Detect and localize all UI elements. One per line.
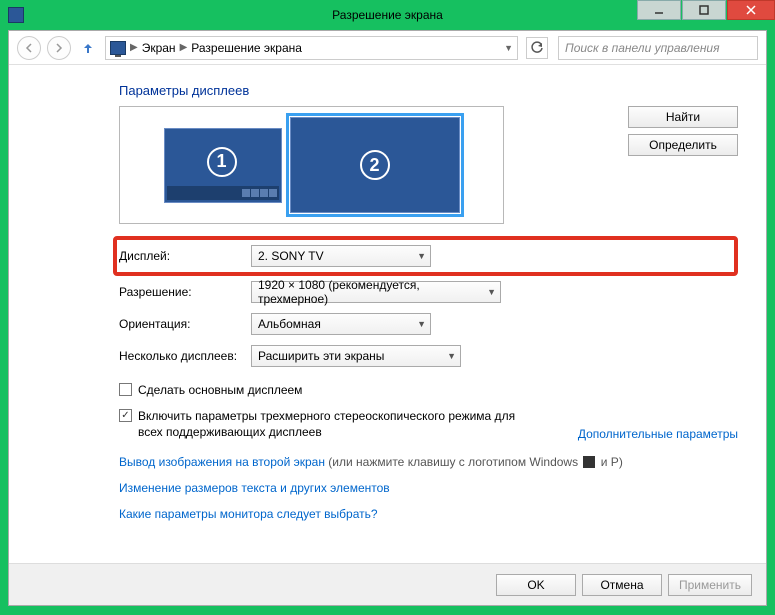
monitor-icon — [110, 41, 126, 55]
display-dropdown[interactable]: 2. SONY TV ▼ — [251, 245, 431, 267]
toolbar: ▶ Экран ▶ Разрешение экрана ▼ Поиск в па… — [9, 31, 766, 65]
back-icon — [23, 42, 35, 54]
make-primary-label: Сделать основным дисплеем — [138, 382, 302, 398]
section-title: Параметры дисплеев — [119, 83, 738, 98]
monitor-2[interactable]: 2 — [290, 117, 460, 213]
breadcrumb[interactable]: ▶ Экран ▶ Разрешение экрана ▼ — [105, 36, 518, 60]
refresh-icon — [530, 41, 544, 55]
monitor-2-label: 2 — [360, 150, 390, 180]
display-label: Дисплей: — [119, 249, 251, 263]
chevron-right-icon: ▶ — [180, 42, 188, 53]
project-link-text: Вывод изображения на второй экран — [119, 455, 325, 469]
resolution-dropdown[interactable]: 1920 × 1080 (рекомендуется, трехмерное) … — [251, 281, 501, 303]
content-area: Параметры дисплеев 1 2 Найти Определить — [9, 65, 766, 563]
find-button[interactable]: Найти — [628, 106, 738, 128]
titlebar[interactable]: Разрешение экрана — [0, 0, 775, 30]
orientation-dropdown[interactable]: Альбомная ▼ — [251, 313, 431, 335]
orientation-label: Ориентация: — [119, 317, 251, 331]
text-size-link[interactable]: Изменение размеров текста и других элеме… — [119, 481, 738, 495]
chevron-right-icon: ▶ — [130, 42, 138, 53]
multi-label: Несколько дисплеев: — [119, 349, 251, 363]
forward-button[interactable] — [47, 36, 71, 60]
footer: OK Отмена Применить — [9, 563, 766, 605]
resolution-label: Разрешение: — [119, 285, 251, 299]
maximize-button[interactable] — [682, 0, 726, 20]
stereo-label: Включить параметры трехмерного стереоско… — [138, 408, 518, 440]
cancel-button[interactable]: Отмена — [582, 574, 662, 596]
close-button[interactable] — [727, 0, 775, 20]
window-frame: Разрешение экрана — [0, 0, 775, 615]
up-button[interactable] — [77, 37, 99, 59]
search-input[interactable]: Поиск в панели управления — [558, 36, 758, 60]
apply-button[interactable]: Применить — [668, 574, 752, 596]
chevron-down-icon: ▼ — [417, 251, 426, 261]
multi-value: Расширить эти экраны — [258, 349, 384, 363]
make-primary-checkbox[interactable] — [119, 383, 132, 396]
up-arrow-icon — [81, 41, 95, 55]
back-button[interactable] — [17, 36, 41, 60]
project-link[interactable]: Вывод изображения на второй экран (или н… — [119, 455, 738, 469]
close-icon — [746, 5, 756, 15]
advanced-settings-link[interactable]: Дополнительные параметры — [578, 427, 738, 441]
app-icon — [8, 7, 24, 23]
forward-icon — [53, 42, 65, 54]
search-placeholder: Поиск в панели управления — [565, 41, 720, 55]
stereo-checkbox[interactable]: ✓ — [119, 409, 132, 422]
orientation-value: Альбомная — [258, 317, 321, 331]
display-row-highlight: Дисплей: 2. SONY TV ▼ — [113, 236, 738, 276]
project-link-tail: и P) — [597, 455, 622, 469]
monitor-1[interactable]: 1 — [164, 128, 282, 203]
project-link-suffix: (или нажмите клавишу с логотипом Windows — [325, 455, 581, 469]
minimize-icon — [654, 5, 664, 15]
breadcrumb-item-screen[interactable]: Экран — [142, 41, 176, 55]
maximize-icon — [699, 5, 709, 15]
breadcrumb-item-resolution[interactable]: Разрешение экрана — [191, 41, 302, 55]
multi-display-dropdown[interactable]: Расширить эти экраны ▼ — [251, 345, 461, 367]
display-preview[interactable]: 1 2 — [119, 106, 504, 224]
refresh-button[interactable] — [526, 37, 548, 59]
resolution-value: 1920 × 1080 (рекомендуется, трехмерное) — [258, 278, 487, 306]
chevron-down-icon: ▼ — [487, 287, 496, 297]
windows-logo-icon — [583, 456, 595, 468]
inner-window: ▶ Экран ▶ Разрешение экрана ▼ Поиск в па… — [8, 30, 767, 606]
ok-button[interactable]: OK — [496, 574, 576, 596]
chevron-down-icon: ▼ — [417, 319, 426, 329]
identify-button[interactable]: Определить — [628, 134, 738, 156]
taskbar-icon — [167, 186, 279, 200]
chevron-down-icon: ▼ — [447, 351, 456, 361]
chevron-down-icon[interactable]: ▼ — [504, 43, 513, 53]
which-settings-link[interactable]: Какие параметры монитора следует выбрать… — [119, 507, 738, 521]
display-value: 2. SONY TV — [258, 249, 324, 263]
monitor-1-label: 1 — [207, 147, 237, 177]
minimize-button[interactable] — [637, 0, 681, 20]
